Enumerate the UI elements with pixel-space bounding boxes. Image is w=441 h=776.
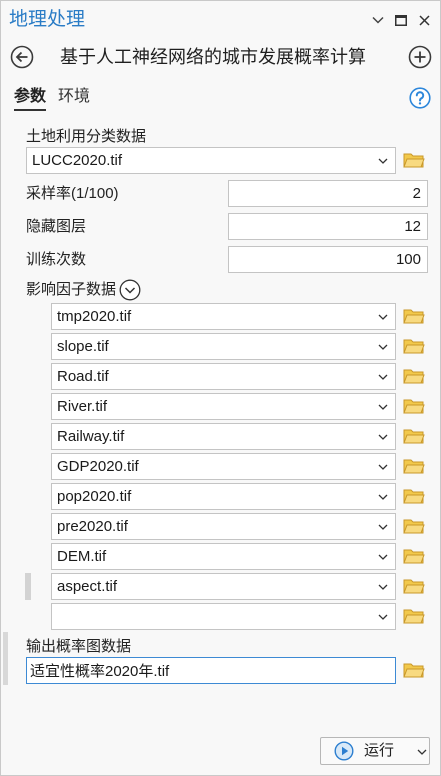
chevron-down-icon: [378, 464, 388, 470]
factor-value: aspect.tif: [57, 578, 118, 595]
factor-combobox[interactable]: Railway.tif: [51, 423, 396, 450]
factor-value: River.tif: [57, 398, 108, 415]
chevron-down-icon: [378, 554, 388, 560]
factor-row: aspect.tif: [0, 573, 441, 600]
factor-value: Road.tif: [57, 368, 109, 385]
factor-list: tmp2020.tif slope.tif Road.tif River.tif: [0, 303, 441, 633]
pane-close-button[interactable]: [417, 13, 431, 27]
factor-row-empty: [0, 603, 441, 630]
factor-row: Railway.tif: [0, 423, 441, 450]
chevron-down-icon: [378, 374, 388, 380]
hidden-layers-label: 隐藏图层: [26, 218, 87, 235]
chevron-down-icon: [378, 524, 388, 530]
factor-combobox[interactable]: aspect.tif: [51, 573, 396, 600]
factor-row: Road.tif: [0, 363, 441, 390]
training-epochs-input[interactable]: [228, 246, 428, 273]
chevron-down-icon: [378, 584, 388, 590]
pane-options-button[interactable]: [371, 13, 385, 27]
expand-collapse-icon[interactable]: [119, 279, 141, 301]
factor-value: pre2020.tif: [57, 518, 128, 535]
factor-row: River.tif: [0, 393, 441, 420]
chevron-down-icon: [372, 16, 384, 24]
folder-browse-icon[interactable]: [403, 307, 425, 325]
help-icon[interactable]: [409, 87, 431, 109]
factor-value: DEM.tif: [57, 548, 107, 565]
land-use-combobox[interactable]: LUCC2020.tif: [26, 147, 396, 174]
factor-row: GDP2020.tif: [0, 453, 441, 480]
factor-combobox[interactable]: GDP2020.tif: [51, 453, 396, 480]
chevron-down-icon[interactable]: [417, 749, 427, 755]
factor-value: slope.tif: [57, 338, 109, 355]
chevron-down-icon: [378, 158, 388, 164]
back-arrow-icon[interactable]: [10, 45, 34, 69]
folder-browse-icon[interactable]: [403, 427, 425, 445]
folder-browse-icon[interactable]: [403, 151, 425, 169]
run-play-icon: [334, 741, 354, 761]
folder-browse-icon[interactable]: [403, 367, 425, 385]
factor-combobox[interactable]: River.tif: [51, 393, 396, 420]
factor-row: slope.tif: [0, 333, 441, 360]
factor-value: GDP2020.tif: [57, 458, 139, 475]
run-button[interactable]: 运行: [320, 737, 430, 765]
folder-browse-icon[interactable]: [403, 577, 425, 595]
factor-value: Railway.tif: [57, 428, 125, 445]
sampling-rate-label: 采样率(1/100): [26, 185, 119, 202]
active-parameter-indicator: [3, 632, 8, 685]
row-drag-handle[interactable]: [25, 573, 31, 600]
chevron-down-icon: [378, 614, 388, 620]
folder-browse-icon[interactable]: [403, 397, 425, 415]
add-circle-icon[interactable]: [408, 45, 432, 69]
close-icon: [418, 14, 430, 26]
output-raster-input[interactable]: [26, 657, 396, 684]
chevron-down-icon: [378, 434, 388, 440]
land-use-label: 土地利用分类数据: [26, 128, 147, 145]
folder-browse-icon[interactable]: [403, 487, 425, 505]
run-button-label: 运行: [364, 742, 395, 759]
factor-row: DEM.tif: [0, 543, 441, 570]
chevron-down-icon: [378, 344, 388, 350]
maximize-icon: [395, 14, 407, 26]
factor-combobox[interactable]: tmp2020.tif: [51, 303, 396, 330]
factors-label: 影响因子数据: [26, 281, 117, 298]
folder-browse-icon[interactable]: [403, 661, 425, 679]
factor-combobox[interactable]: [51, 603, 396, 630]
tool-title: 基于人工神经网络的城市发展概率计算: [60, 47, 366, 67]
tab-environments[interactable]: 环境: [58, 86, 90, 109]
folder-browse-icon[interactable]: [403, 517, 425, 535]
chevron-down-icon: [378, 404, 388, 410]
training-epochs-label: 训练次数: [26, 251, 87, 268]
factor-value: tmp2020.tif: [57, 308, 132, 325]
factor-combobox[interactable]: pre2020.tif: [51, 513, 396, 540]
factor-combobox[interactable]: Road.tif: [51, 363, 396, 390]
factor-value: pop2020.tif: [57, 488, 132, 505]
factor-combobox[interactable]: slope.tif: [51, 333, 396, 360]
folder-browse-icon[interactable]: [403, 457, 425, 475]
factor-row: pop2020.tif: [0, 483, 441, 510]
output-label: 输出概率图数据: [26, 638, 132, 655]
factor-row: pre2020.tif: [0, 513, 441, 540]
factor-row: tmp2020.tif: [0, 303, 441, 330]
sampling-rate-input[interactable]: [228, 180, 428, 207]
land-use-value: LUCC2020.tif: [32, 152, 123, 169]
factor-combobox[interactable]: pop2020.tif: [51, 483, 396, 510]
tab-parameters[interactable]: 参数: [14, 86, 47, 111]
chevron-down-icon: [378, 314, 388, 320]
factor-combobox[interactable]: DEM.tif: [51, 543, 396, 570]
hidden-layers-input[interactable]: [228, 213, 428, 240]
geoprocessing-pane: 地理处理 基于人工神经网络的城市发展概率计算 参数 环境 土地利用分类数据 LU…: [0, 0, 441, 776]
pane-title: 地理处理: [9, 9, 86, 30]
folder-browse-icon[interactable]: [403, 547, 425, 565]
folder-browse-icon[interactable]: [403, 607, 425, 625]
pane-maximize-button[interactable]: [394, 13, 408, 27]
chevron-down-icon: [378, 494, 388, 500]
folder-browse-icon[interactable]: [403, 337, 425, 355]
